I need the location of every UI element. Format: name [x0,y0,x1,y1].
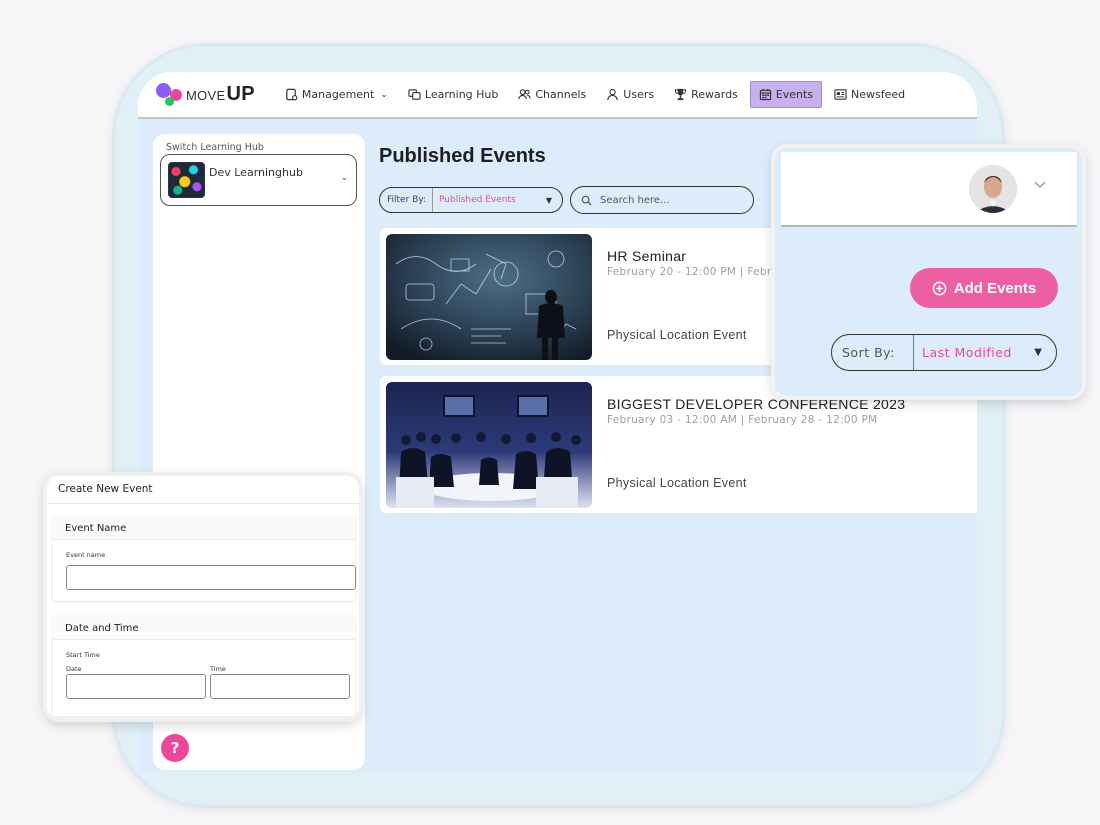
filter-label: Filter By: [380,188,434,212]
newsfeed-icon [834,89,847,100]
profile-header [781,152,1077,227]
event-title: BIGGEST DEVELOPER CONFERENCE 2023 [607,396,906,412]
event-name-section: Event Name Event name [53,516,356,601]
time-label: Time [210,665,226,673]
event-name-label: Event name [66,551,106,559]
sort-by-value: Last Modified [922,345,1012,360]
create-event-title: Create New Event [47,476,359,504]
add-events-label: Add Events [953,279,1037,297]
event-name-section-title: Event Name [53,516,355,540]
search-icon [581,195,592,206]
date-time-section: Date and Time Start Time Date Time [53,616,355,716]
learning-hub-select[interactable]: Dev Learninghub ⌄ [160,154,357,206]
help-button[interactable]: ? [161,734,189,762]
event-name-input[interactable] [66,565,356,590]
event-image-developer-conference [386,382,592,508]
nav-label: Management [301,88,375,101]
logo-text: MOVEUP [186,83,255,105]
nav-label: Users [623,88,655,101]
hub-thumbnail [168,162,205,198]
sort-by-select[interactable]: Sort By: Last Modified ▼ [831,334,1057,371]
nav-label: Rewards [691,88,738,101]
event-type: Physical Location Event [607,476,747,490]
start-time-label: Start Time [66,651,100,659]
nav-management[interactable]: Management ⌄ [277,81,396,108]
top-navbar: MOVEUP Management ⌄ Learning Hub Channel… [138,72,977,119]
zoom-popup-create-event: Create New Event Event Name Event name D… [47,476,359,718]
zoom-popup-actions: Add Events Sort By: Last Modified ▼ [775,148,1082,396]
event-image-hr-seminar [386,234,592,360]
nav-channels[interactable]: Channels [510,81,594,108]
event-date: February 03 - 12:00 AM | February 28 - 1… [607,414,878,426]
nav-newsfeed[interactable]: Newsfeed [826,81,913,108]
switch-hub-label: Switch Learning Hub [166,142,264,153]
app-logo[interactable]: MOVEUP [156,82,255,108]
date-input[interactable] [66,674,206,699]
date-time-section-title: Date and Time [53,616,355,640]
chevron-down-icon[interactable] [1033,177,1047,191]
trophy-icon [675,88,687,101]
event-type: Physical Location Event [607,328,747,342]
nav-label: Learning Hub [424,88,499,101]
chevron-down-icon: ⌄ [380,89,388,100]
nav-users[interactable]: Users [598,81,662,108]
user-icon [607,89,618,101]
date-label: Date [66,665,82,673]
management-icon [286,88,298,101]
main-nav: Management ⌄ Learning Hub Channels Users… [277,81,913,108]
nav-learning-hub[interactable]: Learning Hub [400,81,506,108]
learning-hub-icon [408,89,421,100]
filter-value: Published Events [439,195,516,205]
event-title: HR Seminar [607,248,687,264]
calendar-icon [759,88,771,101]
plus-circle-icon [932,281,947,295]
sort-by-label: Sort By: [832,335,914,370]
event-date: February 20 - 12:00 PM | Febr [607,266,772,278]
hub-name: Dev Learninghub [209,166,303,179]
channels-icon [518,89,531,100]
nav-rewards[interactable]: Rewards [666,81,746,108]
add-events-button[interactable]: Add Events [910,268,1058,308]
search-input[interactable]: Search here... [570,186,754,214]
page-title: Published Events [379,145,546,167]
nav-label: Channels [535,88,587,101]
nav-label: Newsfeed [851,88,906,101]
search-placeholder: Search here... [600,194,670,206]
avatar[interactable] [969,165,1017,213]
chevron-down-icon: ⌄ [340,173,348,183]
time-input[interactable] [210,674,350,699]
logo-mark [156,82,186,108]
filter-select[interactable]: Filter By: Published Events ▼ [379,187,563,213]
event-card[interactable]: BIGGEST DEVELOPER CONFERENCE 2023 Februa… [380,376,977,513]
nav-label: Events [775,88,814,101]
caret-down-icon: ▼ [545,195,552,205]
caret-down-icon: ▼ [1034,347,1042,358]
nav-events[interactable]: Events [749,81,823,108]
